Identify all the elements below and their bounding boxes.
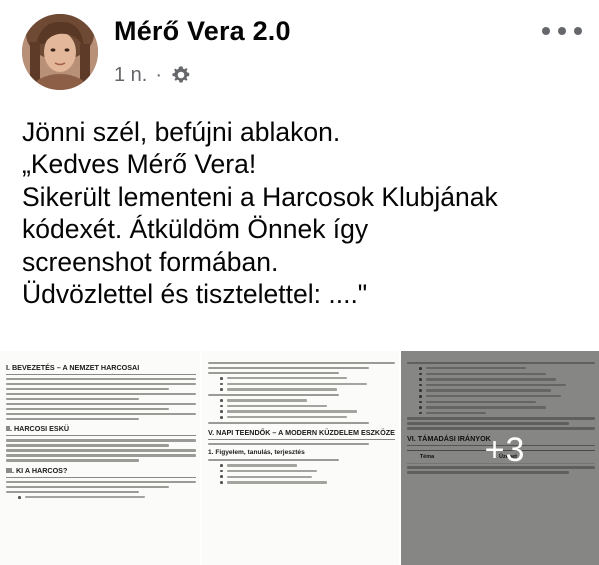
post-header: Mérő Vera 2.0 1 n. · — [0, 0, 599, 100]
meta-separator: · — [155, 63, 163, 86]
media-grid: I. BEVEZETÉS – A NEMZET HARCOSAI II. HAR… — [0, 351, 599, 565]
doc-heading: V. NAPI TEENDŐK – A MODERN KÜZDELEM ESZK… — [208, 428, 395, 440]
document-screenshot: I. BEVEZETÉS – A NEMZET HARCOSAI II. HAR… — [0, 351, 200, 499]
post-image-1[interactable]: I. BEVEZETÉS – A NEMZET HARCOSAI II. HAR… — [0, 351, 200, 565]
more-options-button[interactable] — [542, 21, 582, 41]
doc-heading: III. KI A HARCOS? — [6, 466, 196, 478]
post-image-2[interactable]: V. NAPI TEENDŐK – A MODERN KÜZDELEM ESZK… — [202, 351, 399, 565]
avatar-photo — [22, 14, 98, 90]
post-text-line: „Kedves Mérő Vera! — [22, 149, 257, 180]
post-meta: 1 n. · — [114, 60, 192, 90]
post-text-line: kódexét. Átküldöm Önnek így — [22, 214, 369, 245]
post-text: Jönni szél, befújni ablakon. „Kedves Mér… — [22, 116, 587, 310]
document-screenshot: V. NAPI TEENDŐK – A MODERN KÜZDELEM ESZK… — [202, 351, 399, 484]
post-image-3[interactable]: VI. TÁMADÁSI IRÁNYOK Téma Üzenet +3 — [401, 351, 599, 565]
gear-icon[interactable] — [170, 64, 192, 86]
post-text-line: Jönni szél, befújni ablakon. — [22, 117, 341, 147]
more-options-icon — [542, 27, 550, 35]
post-text-line: screenshot formában. — [22, 246, 279, 277]
avatar[interactable] — [22, 14, 98, 90]
post-timestamp[interactable]: 1 n. — [114, 64, 147, 87]
author-name[interactable]: Mérő Vera 2.0 — [114, 16, 291, 47]
doc-heading: II. HARCOSI ESKÜ — [6, 424, 196, 437]
post-text-line: Sikerült lementeni a Harcosok Klubjának — [22, 181, 498, 212]
doc-heading: I. BEVEZETÉS – A NEMZET HARCOSAI — [6, 363, 196, 375]
post-text-line: Üdvözlettel és tisztelettel: ...." — [22, 279, 368, 310]
doc-subheading: 1. Figyelem, tanulás, terjesztés — [208, 449, 305, 457]
more-photos-overlay[interactable]: +3 — [401, 351, 599, 565]
more-photos-count: +3 — [484, 430, 526, 469]
